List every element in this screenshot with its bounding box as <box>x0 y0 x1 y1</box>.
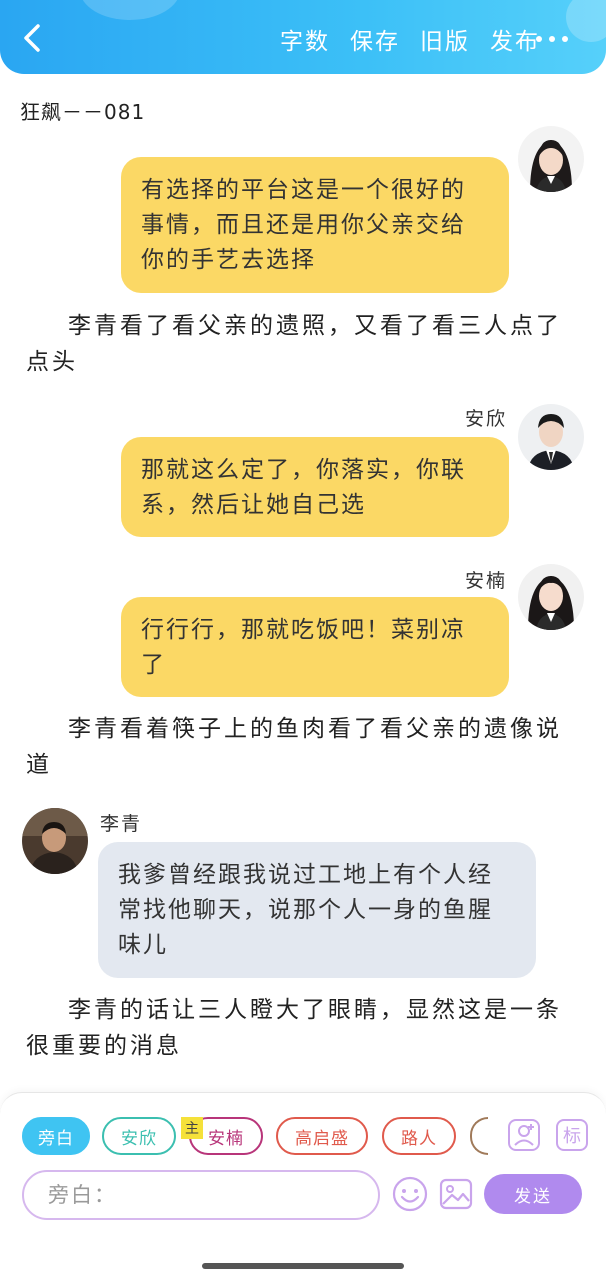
female-avatar-icon <box>518 564 584 630</box>
chevron-left-icon <box>24 24 40 52</box>
tag-icon-label: 标 <box>563 1126 581 1147</box>
avatar-anxin[interactable] <box>518 404 584 470</box>
narration-text[interactable]: 李青看着筷子上的鱼肉看了看父亲的遗像说道 <box>26 711 582 783</box>
role-chip-anxin[interactable]: 安欣 <box>102 1117 176 1155</box>
message-bubble[interactable]: 那就这么定了，你落实，你联系，然后让她自己选 <box>121 437 509 537</box>
tag-icon[interactable]: 标 <box>555 1118 589 1152</box>
publish-button[interactable]: 发布 <box>490 22 540 56</box>
header-actions: 字数 保存 旧版 发布 <box>280 22 540 56</box>
image-icon[interactable] <box>438 1176 474 1212</box>
message-bubble[interactable]: 我爹曾经跟我说过工地上有个人经常找他聊天，说那个人一身的鱼腥味儿 <box>98 842 536 978</box>
message-bubble[interactable]: 行行行，那就吃饭吧！菜别凉了 <box>121 597 509 697</box>
header-decoration <box>80 0 180 20</box>
save-button[interactable]: 保存 <box>350 22 400 56</box>
speaker-name: 李青 <box>100 813 143 835</box>
avatar-anan[interactable] <box>518 126 584 192</box>
book-title: 狂飙－－081 <box>20 100 146 124</box>
person-add-icon[interactable] <box>507 1118 541 1152</box>
avatar-annan[interactable] <box>518 564 584 630</box>
role-chip-gaoqisheng[interactable]: 高启盛 <box>276 1117 368 1155</box>
word-count-button[interactable]: 字数 <box>280 22 330 56</box>
main-character-badge: 主 <box>181 1117 203 1139</box>
speaker-name: 安欣 <box>465 408 508 430</box>
emoji-icon[interactable] <box>392 1176 428 1212</box>
role-chip-passerby[interactable]: 路人 <box>382 1117 456 1155</box>
role-chip-narrator[interactable]: 旁白 <box>22 1117 90 1155</box>
female-avatar-icon <box>518 126 584 192</box>
home-indicator <box>202 1263 404 1269</box>
top-bar: 字数 保存 旧版 发布 <box>0 0 606 74</box>
header-decoration <box>566 0 606 42</box>
narration-text[interactable]: 李青的话让三人瞪大了眼睛，显然这是一条很重要的消息 <box>26 992 582 1064</box>
male-avatar-icon <box>518 404 584 470</box>
message-bubble[interactable]: 有选择的平台这是一个很好的事情，而且还是用你父亲交给你的手艺去选择 <box>121 157 509 293</box>
narration-text[interactable]: 李青看了看父亲的遗照，又看了看三人点了点头 <box>26 308 582 380</box>
speaker-name: 安楠 <box>465 570 508 592</box>
message-input[interactable] <box>22 1170 380 1220</box>
more-icon[interactable] <box>536 26 570 50</box>
old-version-button[interactable]: 旧版 <box>420 22 470 56</box>
back-button[interactable] <box>18 20 48 56</box>
avatar-liqing[interactable] <box>22 808 88 874</box>
send-button[interactable]: 发送 <box>484 1174 582 1214</box>
male-avatar-icon <box>22 808 88 874</box>
